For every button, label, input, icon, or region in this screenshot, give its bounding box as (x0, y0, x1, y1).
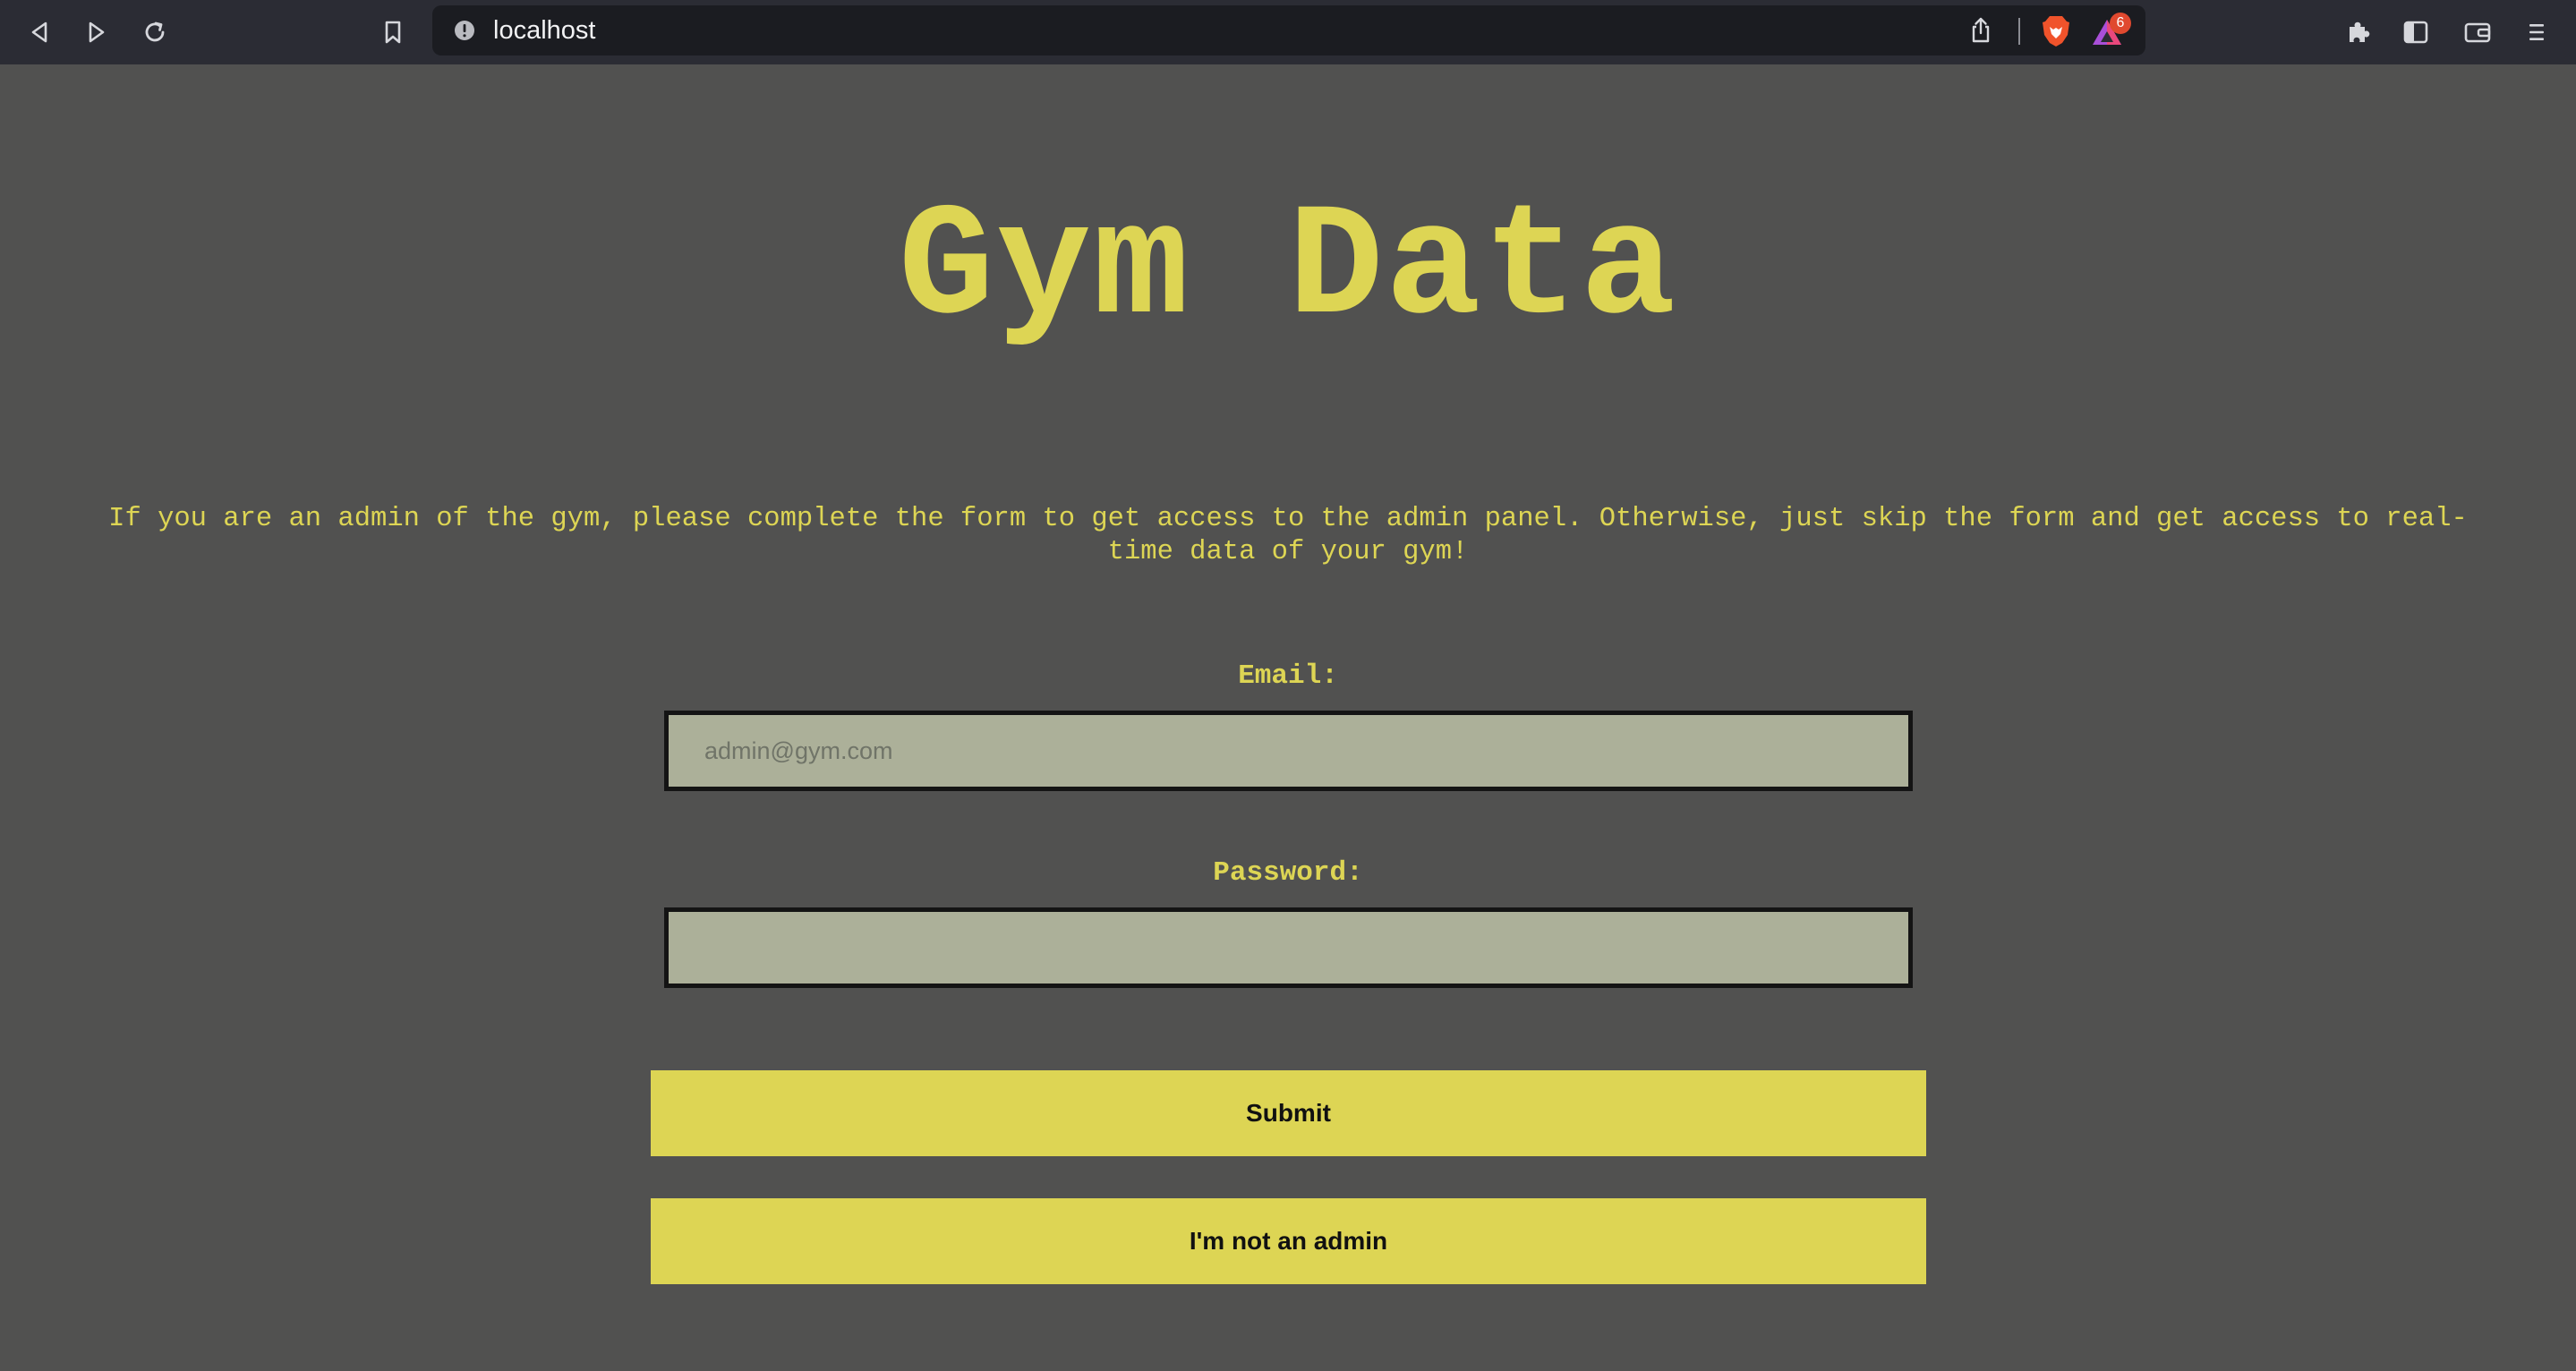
submit-button[interactable]: Submit (651, 1070, 1926, 1156)
not-admin-button[interactable]: I'm not an admin (651, 1198, 1926, 1284)
urlbar-divider (2018, 18, 2020, 45)
share-icon[interactable] (1966, 16, 1995, 45)
forward-button[interactable] (77, 13, 116, 52)
menu-button[interactable] (2517, 13, 2556, 52)
page-content: Gym Data If you are an admin of the gym,… (0, 64, 2576, 1371)
wallet-icon (2464, 22, 2491, 43)
rewards-badge: 6 (2110, 13, 2131, 34)
url-text[interactable]: localhost (493, 5, 595, 55)
rewards-button[interactable]: 6 (2090, 13, 2131, 50)
extensions-button[interactable] (2339, 13, 2378, 52)
back-arrow-icon (31, 21, 47, 43)
sidebar-button[interactable] (2396, 13, 2435, 52)
wallet-button[interactable] (2458, 13, 2497, 52)
bookmark-button[interactable] (373, 13, 413, 52)
forward-arrow-icon (89, 21, 105, 43)
page-title: Gym Data (898, 180, 1678, 360)
browser-toolbar: localhost 6 (0, 0, 2576, 64)
sidebar-icon (2403, 21, 2428, 44)
email-field[interactable] (664, 711, 1913, 791)
bookmark-icon (385, 21, 401, 44)
hamburger-menu-icon (2529, 24, 2544, 40)
password-label: Password: (1213, 857, 1363, 889)
reload-icon (145, 21, 165, 42)
brave-lion-icon[interactable] (2040, 14, 2072, 48)
back-button[interactable] (20, 13, 59, 52)
intro-text: If you are an admin of the gym, please c… (108, 504, 2468, 567)
puzzle-icon (2350, 21, 2370, 42)
address-bar[interactable]: localhost 6 (432, 5, 2145, 55)
password-field[interactable] (664, 907, 1913, 988)
email-label: Email: (1238, 660, 1338, 692)
reload-button[interactable] (135, 13, 175, 52)
info-icon[interactable] (454, 20, 475, 41)
